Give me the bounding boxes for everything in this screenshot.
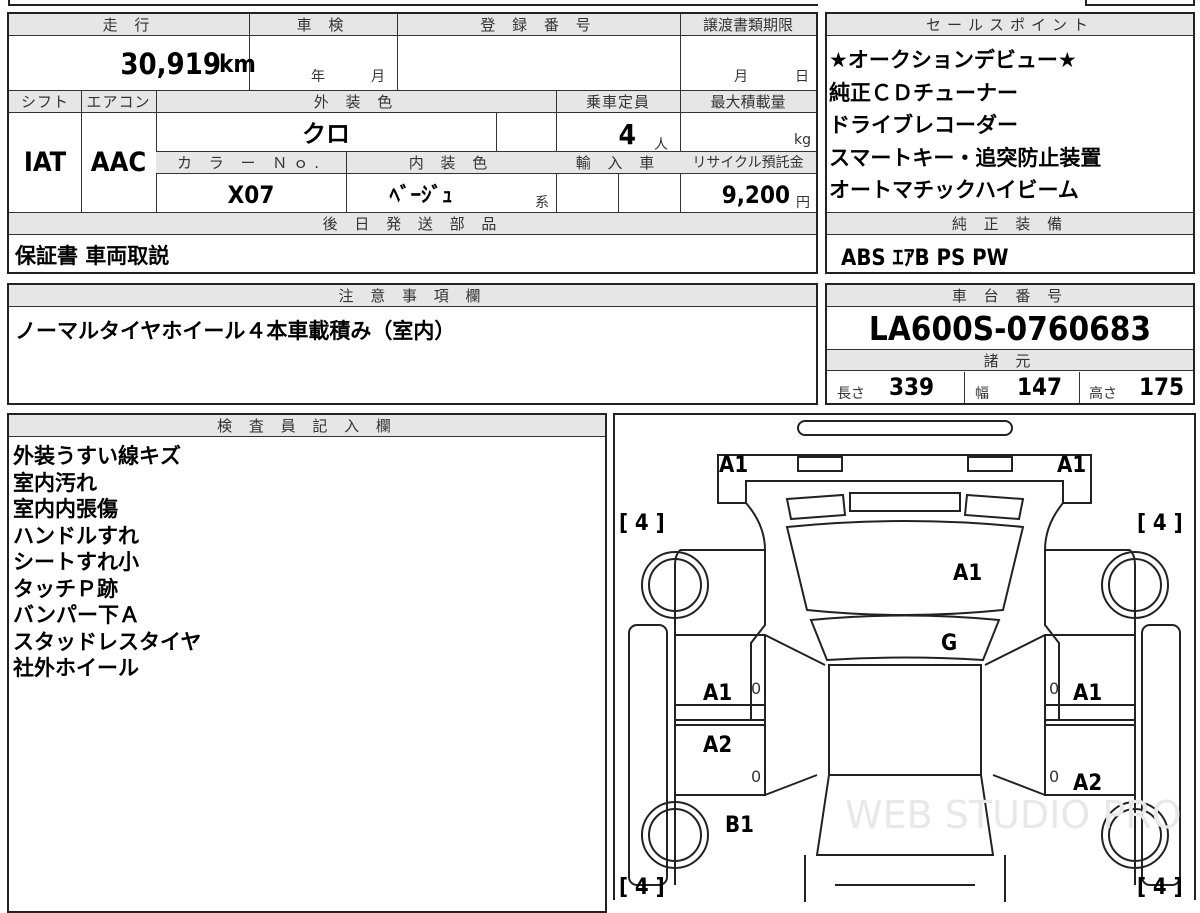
inspection-header: 車 検 [249, 14, 397, 36]
later-parts-header: 後 日 発 送 部 品 [9, 213, 816, 235]
width-value: 147 [1017, 373, 1063, 401]
right-front-door-num: 0 [1049, 679, 1060, 698]
tire-rear-left: [ 4 ] [619, 875, 665, 900]
front-left-mark: A1 [719, 453, 749, 478]
import-header: 輸 入 車 [556, 152, 680, 174]
inspector-lines: 外装うすい線キズ 室内汚れ 室内内張傷 ハンドルすれ シートすれ小 タッチＰ跡 … [13, 443, 201, 682]
sales-point-item: スマートキー・追突防止装置 [829, 145, 1102, 170]
length-label: 長さ [837, 386, 865, 402]
right-front-door-mark: A1 [1073, 681, 1103, 706]
interior-color-header: 内 装 色 [346, 152, 556, 174]
inspector-line: 外装うすい線キズ [13, 444, 181, 468]
inspector-box: 検 査 員 記 入 欄 外装うすい線キズ 室内汚れ 室内内張傷 ハンドルすれ シ… [7, 413, 607, 913]
hood-mark: A1 [953, 561, 983, 586]
watermark: WEB STUDIO PRO [845, 793, 1182, 837]
notes-header: 注 意 事 項 欄 [9, 285, 816, 307]
width-label: 幅 [975, 386, 989, 402]
interior-color-value: ﾍﾞｰｼﾞｭ [389, 183, 453, 207]
spec-header: 諸 元 [827, 349, 1193, 371]
exterior-color-value: クロ [302, 120, 350, 148]
mileage-number: 30,919 [120, 47, 221, 81]
max-load-unit: kg [794, 132, 811, 148]
inspector-line: タッチＰ跡 [13, 576, 118, 601]
color-no-header: カ ラ ー Ｎｏ. [156, 152, 346, 174]
front-right-mark: A1 [1057, 453, 1087, 478]
sales-point-item: ドライブレコーダー [829, 113, 1018, 137]
vehicle-info-box: 走 行 車 検 登 録 番 号 譲渡書類期限 30,919 km 年 月 月 日… [7, 12, 818, 274]
mileage-value: 30,919 [9, 36, 221, 90]
top-strip [8, 0, 818, 6]
inspector-line: 室内内張傷 [13, 497, 118, 521]
notes-box: 注 意 事 項 欄 ノーマルタイヤホイール４本車載積み（室内） [7, 283, 818, 405]
transfer-day-label: 日 [795, 69, 809, 85]
recycle-header: リサイクル預託金 [680, 152, 816, 174]
exterior-color-header: 外 装 色 [156, 91, 556, 113]
recycle-value: 9,200 [721, 181, 790, 209]
interior-color-suffix: 系 [535, 195, 549, 211]
length-value: 339 [889, 373, 935, 401]
sales-point-item: ★オークションデビュー★ [829, 48, 1077, 72]
equipment-header: 純 正 装 備 [827, 213, 1193, 235]
tire-front-left: [ 4 ] [619, 511, 665, 536]
sales-points-list: ★オークションデビュー★ 純正ＣＤチューナー ドライブレコーダー スマートキー・… [829, 47, 1101, 204]
inspector-line: バンパー下Ａ [13, 603, 141, 627]
inspector-line: ハンドルすれ [13, 523, 139, 548]
registration-header: 登 録 番 号 [397, 14, 680, 36]
ac-value: AAC [90, 147, 147, 178]
transfer-header: 譲渡書類期限 [680, 14, 816, 36]
top-strip-right [1085, 0, 1195, 6]
windshield-mark: G [941, 631, 958, 656]
left-rear-door-num: 0 [751, 767, 762, 786]
height-label: 高さ [1089, 386, 1117, 402]
capacity-header: 乗車定員 [556, 91, 680, 113]
sales-point-item: オートマチックハイビーム [829, 178, 1079, 202]
chassis-number: LA600S-0760683 [868, 309, 1152, 348]
inspector-line: 社外ホイール [13, 656, 139, 680]
left-rear-door-mark: A2 [703, 733, 733, 758]
equipment-value: ABS ｴｱB PS PW [841, 246, 1009, 271]
car-diagram: WEB STUDIO PRO [ 4 ] [ 4 ] [ 4 ] [ 4 ] A… [613, 413, 1196, 902]
recycle-unit: 円 [796, 195, 810, 211]
left-front-door-num: 0 [751, 679, 762, 698]
tire-front-right: [ 4 ] [1137, 511, 1183, 536]
inspector-line: 室内汚れ [13, 470, 97, 495]
sales-point-item: 純正ＣＤチューナー [829, 80, 1018, 105]
shift-value: IAT [23, 147, 67, 178]
later-parts-value: 保証書 車両取説 [15, 244, 170, 268]
mileage-unit: km [219, 50, 256, 78]
notes-value: ノーマルタイヤホイール４本車載積み（室内） [15, 319, 456, 343]
sales-points-header: セールスポイント [827, 14, 1193, 36]
tire-rear-right: [ 4 ] [1137, 875, 1183, 900]
right-rear-door-num: 0 [1049, 767, 1060, 786]
sales-points-box: セールスポイント ★オークションデビュー★ 純正ＣＤチューナー ドライブレコーダ… [825, 12, 1195, 274]
chassis-box: 車 台 番 号 LA600S-0760683 諸 元 長さ 339 幅 147 … [825, 283, 1195, 405]
height-value: 175 [1139, 373, 1185, 401]
max-load-header: 最大積載量 [680, 91, 816, 113]
inspection-year-label: 年 [311, 69, 325, 85]
inspector-line: スタッドレスタイヤ [13, 629, 202, 654]
right-rear-door-mark: A2 [1073, 771, 1103, 796]
capacity-value: 4 [618, 118, 636, 151]
chassis-header: 車 台 番 号 [827, 285, 1193, 307]
color-no-value: X07 [227, 181, 275, 209]
inspector-line: シートすれ小 [13, 550, 139, 574]
left-front-door-mark: A1 [703, 681, 733, 706]
inspection-month-label: 月 [371, 69, 385, 85]
mileage-header: 走 行 [9, 14, 249, 36]
ac-header: エアコン [81, 91, 156, 113]
shift-header: シフト [9, 91, 81, 113]
inspector-header: 検 査 員 記 入 欄 [9, 415, 605, 437]
transfer-month-label: 月 [734, 69, 748, 85]
left-rear-quarter-mark: B1 [725, 813, 754, 838]
